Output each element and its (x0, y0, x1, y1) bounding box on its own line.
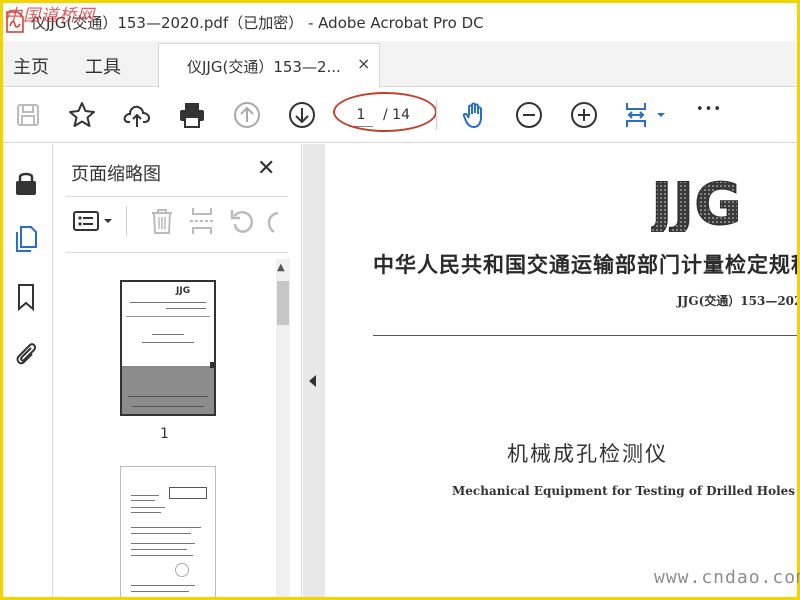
thumb-text-line (142, 342, 194, 343)
left-rail (3, 144, 53, 597)
tab-close-button[interactable]: × (357, 54, 370, 73)
tab-tools[interactable]: 工具 (85, 53, 121, 79)
zoom-in-icon[interactable] (569, 100, 599, 130)
thumb-box (169, 487, 207, 499)
document-title-cn: 机械成孔检测仪 (507, 442, 668, 466)
thumbnail-page-2[interactable] (120, 466, 216, 597)
thumb-text-line (131, 500, 155, 501)
acrobat-window: 仪JJG(交通）153—2020.pdf（已加密） - Adobe Acroba… (3, 3, 797, 597)
zoom-out-icon[interactable] (514, 100, 544, 130)
document-title-en: Mechanical Equipment for Testing of Dril… (452, 484, 796, 498)
thumb-text-line (152, 334, 184, 335)
panel-collapse-bar[interactable] (303, 144, 325, 597)
scrollbar-thumb[interactable] (277, 281, 289, 325)
bookmark-icon[interactable] (11, 282, 41, 312)
thumb-text-line (132, 406, 204, 407)
save-icon[interactable] (13, 100, 43, 130)
cloud-upload-icon[interactable] (122, 100, 152, 130)
toolbar-separator (436, 100, 437, 130)
thumb-text-line (131, 585, 195, 586)
rotate-right-icon[interactable] (266, 204, 280, 238)
document-page: JJG 中华人民共和国交通运输部部门计量检定规程 JJG(交通）153—2020… (325, 144, 797, 597)
page-down-icon[interactable] (287, 100, 317, 130)
thumb-text-line (131, 543, 195, 544)
thumb-text-line (131, 527, 201, 528)
fit-page-icon[interactable] (623, 100, 667, 130)
insert-page-icon[interactable] (185, 204, 219, 238)
window-title: 仪JJG(交通）153—2020.pdf（已加密） - Adobe Acroba… (31, 14, 484, 32)
thumb-resize-handle[interactable] (210, 362, 214, 368)
site-watermark-bottom: www.cndao.com (654, 567, 800, 588)
thumbnail-scrollbar[interactable]: ▲ (276, 259, 290, 597)
thumb-text-line (131, 533, 191, 534)
page-up-icon[interactable] (232, 100, 262, 130)
hand-tool-icon[interactable] (460, 100, 490, 130)
thumb-text-line (131, 507, 165, 508)
thumb-seal (175, 563, 189, 577)
thumbnail-page-1[interactable]: JJG (120, 280, 216, 416)
scroll-up-icon[interactable]: ▲ (277, 262, 285, 273)
title-bar: 仪JJG(交通）153—2020.pdf（已加密） - Adobe Acroba… (3, 3, 797, 41)
thumb-text-line (131, 512, 161, 513)
thumb-logo: JJG (176, 286, 191, 296)
jjg-logo: JJG (647, 170, 797, 239)
document-heading: 中华人民共和国交通运输部部门计量检定规程 (373, 252, 797, 277)
collapse-arrow-icon[interactable] (309, 375, 316, 387)
thumb-text-line (128, 396, 208, 397)
print-icon[interactable] (177, 100, 207, 130)
tab-bar: 主页 工具 仪JJG(交通）153—2... × (3, 41, 797, 88)
tab-document-label: 仪JJG(交通）153—2... (187, 58, 341, 76)
thumb-text-line (166, 308, 206, 309)
thumb-text-line (131, 549, 187, 550)
trash-icon[interactable] (145, 204, 179, 238)
thumb-dimmed-area (122, 366, 214, 414)
page-thumbnails-panel: 页面缩略图 ✕ ▲ JJG 1 (54, 144, 302, 597)
panel-close-button[interactable]: ✕ (257, 156, 275, 181)
panel-divider (66, 252, 288, 253)
thumb-text-line (131, 495, 159, 496)
thumb-text-line (131, 555, 193, 556)
toolbar: 1 / 14 ••• (3, 88, 797, 143)
thumbnail-page-label: 1 (160, 426, 169, 442)
thumb-rule (126, 316, 210, 317)
rotate-left-icon[interactable] (225, 204, 259, 238)
star-icon[interactable] (67, 100, 97, 130)
more-icon[interactable]: ••• (696, 102, 722, 117)
panel-divider (66, 196, 288, 197)
document-code: JJG(交通）153—2020 (677, 294, 797, 308)
annotation-ellipse (333, 92, 437, 132)
thumb-text-line (131, 591, 189, 592)
thumbnail-options-icon[interactable] (71, 204, 117, 238)
tab-document[interactable]: 仪JJG(交通）153—2... × (158, 43, 380, 88)
site-watermark-top: 中国道桥网 (5, 6, 95, 26)
thumb-text-line (130, 302, 206, 303)
pages-icon[interactable] (11, 224, 41, 254)
panel-tool-separator (126, 206, 127, 236)
panel-title: 页面缩略图 (71, 164, 161, 185)
svg-text:JJG: JJG (651, 172, 742, 232)
attachment-icon[interactable] (11, 338, 41, 368)
document-rule (373, 335, 797, 336)
lock-icon[interactable] (11, 168, 41, 198)
tab-home[interactable]: 主页 (13, 53, 49, 79)
